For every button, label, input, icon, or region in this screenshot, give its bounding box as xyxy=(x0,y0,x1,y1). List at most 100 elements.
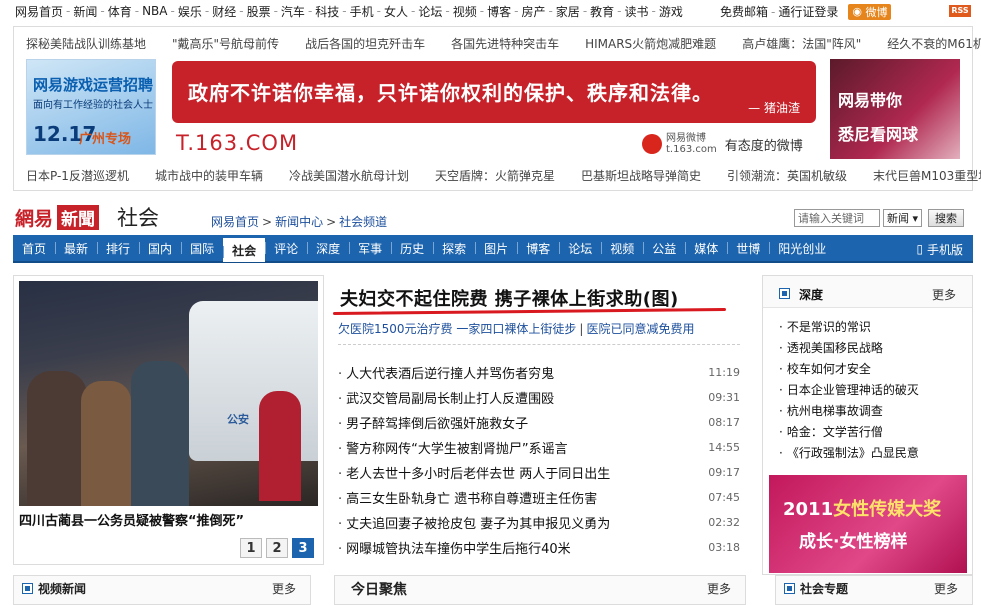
news-title-link[interactable]: 警方称网传“大学生被割肾抛尸”系谣言 xyxy=(338,438,567,457)
top-nav-item[interactable]: 博客 xyxy=(487,3,511,20)
top-nav-item[interactable]: 论坛 xyxy=(418,3,442,20)
ad-domain[interactable]: T.163.COM xyxy=(176,131,298,155)
photo-caption[interactable]: 四川古蔺县一公务员疑被警察“推倒死” xyxy=(19,510,244,529)
breadcrumb-news-center[interactable]: 新闻中心 xyxy=(275,215,323,229)
ad-link[interactable]: 冷战美国潜水航母计划 xyxy=(289,167,409,184)
main-nav-item[interactable]: 排行 xyxy=(97,234,139,262)
depth-list-item[interactable]: 哈金：文学苦行僧 xyxy=(779,421,919,442)
free-mail-link[interactable]: 免费邮箱 xyxy=(720,3,768,20)
depth-list-item[interactable]: 《行政强制法》凸显民意 xyxy=(779,442,919,463)
news-title-link[interactable]: 网曝城管执法车撞伤中学生后拖行40米 xyxy=(338,538,571,557)
page-button[interactable]: 1 xyxy=(240,538,262,558)
depth-list-item[interactable]: 杭州电梯事故调查 xyxy=(779,400,919,421)
main-nav-item[interactable]: 公益 xyxy=(643,234,685,262)
social-topic-title: 社会专题 xyxy=(800,582,849,596)
ad-link[interactable]: 巴基斯坦战略导弹简史 xyxy=(581,167,701,184)
news-title-link[interactable]: 武汉交管局副局长制止打人反遭围殴 xyxy=(338,388,554,407)
ad-link[interactable]: 引领潮流：英国机敏级 xyxy=(727,167,847,184)
main-nav-item[interactable]: 历史 xyxy=(391,234,433,262)
ad-weibo-logo[interactable]: 网易微博 t.163.com 有态度的微博 xyxy=(642,133,803,155)
search-button[interactable]: 搜索 xyxy=(928,209,965,227)
sublink[interactable]: 一家四口裸体上街徒步 xyxy=(456,322,576,336)
main-nav-item[interactable]: 视频 xyxy=(601,234,643,262)
depth-list-item[interactable]: 不是常识的常识 xyxy=(779,316,919,337)
ad-link[interactable]: 经久不衰的M61机炮 xyxy=(887,35,981,52)
main-nav-item[interactable]: 国际 xyxy=(181,234,223,262)
ad-game-recruit[interactable]: 网易游戏运营招聘 面向有工作经验的社会人士 12.17 广州专场 xyxy=(26,59,156,155)
main-nav-item[interactable]: 博客 xyxy=(517,234,559,262)
top-nav-item[interactable]: 读书 xyxy=(625,3,649,20)
news-title-link[interactable]: 男子醉驾摔倒后欲强奸施救女子 xyxy=(338,413,528,432)
main-nav-item[interactable]: 国内 xyxy=(139,234,181,262)
main-nav-item[interactable]: 首页 xyxy=(13,234,55,262)
main-nav-item[interactable]: 图片 xyxy=(475,234,517,262)
ad-link[interactable]: 日本P-1反潜巡逻机 xyxy=(26,167,129,184)
depth-list-item[interactable]: 透视美国移民战略 xyxy=(779,337,919,358)
topic-more-link[interactable]: 更多 xyxy=(934,580,958,597)
top-nav-item[interactable]: 游戏 xyxy=(659,3,683,20)
news-photo[interactable]: 公安 xyxy=(19,281,318,506)
ad-link[interactable]: 城市战中的装甲车辆 xyxy=(155,167,263,184)
top-nav-item[interactable]: 女人 xyxy=(384,3,408,20)
ad-link[interactable]: 战后各国的坦克歼击车 xyxy=(305,35,425,52)
main-nav-item[interactable]: 社会 xyxy=(223,238,266,262)
separator: - xyxy=(273,4,278,18)
news-title-link[interactable]: 丈夫追回妻子被抢皮包 妻子为其申报见义勇为 xyxy=(338,513,610,532)
top-nav-item[interactable]: 汽车 xyxy=(281,3,305,20)
main-nav-item[interactable]: 论坛 xyxy=(559,234,601,262)
login-link[interactable]: 通行证登录 xyxy=(778,3,838,20)
main-nav-item[interactable]: 深度 xyxy=(307,234,349,262)
top-nav-item[interactable]: 财经 xyxy=(212,3,236,20)
main-nav-item[interactable]: 探索 xyxy=(433,234,475,262)
top-nav-item[interactable]: 教育 xyxy=(590,3,614,20)
top-nav-item[interactable]: 科技 xyxy=(315,3,339,20)
breadcrumb-society[interactable]: 社会频道 xyxy=(339,215,387,229)
rss-icon[interactable]: RSS xyxy=(949,5,971,17)
focus-more-link[interactable]: 更多 xyxy=(707,580,731,597)
search-input[interactable] xyxy=(794,209,880,227)
main-nav-item[interactable]: 评论 xyxy=(265,234,307,262)
weibo-badge[interactable]: ◉ 微博 xyxy=(848,3,892,20)
ad-link[interactable]: 天空盾牌：火箭弹克星 xyxy=(435,167,555,184)
news-title-link[interactable]: 老人去世十多小时后老伴去世 两人于同日出生 xyxy=(338,463,610,482)
main-nav-item[interactable]: 军事 xyxy=(349,234,391,262)
top-nav-item[interactable]: 体育 xyxy=(108,3,132,20)
news-title-link[interactable]: 高三女生卧轨身亡 遗书称自尊遭班主任伤害 xyxy=(338,488,597,507)
netease-news-logo[interactable]: 網易 新聞 社会 xyxy=(15,202,159,232)
ad-quote-banner[interactable]: 政府不许诺你幸福，只许诺你权利的保护、秩序和法律。 — 猪油渣 xyxy=(172,61,816,123)
sublink[interactable]: 医院已同意减免费用 xyxy=(586,322,694,336)
sublink[interactable]: 欠医院1500元治疗费 xyxy=(338,322,453,336)
top-nav-item[interactable]: 娱乐 xyxy=(178,3,202,20)
search-category-select[interactable]: 新闻 ▾ xyxy=(883,209,923,227)
top-nav-item[interactable]: 网易首页 xyxy=(15,3,63,20)
ad-link[interactable]: "戴高乐"号航母前传 xyxy=(172,35,279,52)
page-button[interactable]: 2 xyxy=(266,538,288,558)
ad-link[interactable]: HIMARS火箭炮减肥难题 xyxy=(585,35,716,52)
women-media-award-ad[interactable]: 2011女性传媒大奖 成长·女性榜样 xyxy=(769,475,967,573)
ad-tennis[interactable]: 网易带你 悉尼看网球 xyxy=(830,59,960,159)
main-nav-item[interactable]: 世博 xyxy=(727,234,769,262)
top-nav-item[interactable]: 手机 xyxy=(350,3,374,20)
ad-link[interactable]: 探秘美陆战队训练基地 xyxy=(26,35,146,52)
main-nav-item[interactable]: 最新 xyxy=(55,234,97,262)
top-nav-item[interactable]: 视频 xyxy=(453,3,477,20)
video-more-link[interactable]: 更多 xyxy=(272,580,296,597)
mobile-version-link[interactable]: ▯ 手机版 xyxy=(917,235,963,263)
depth-more-link[interactable]: 更多 xyxy=(932,286,956,303)
depth-list-item[interactable]: 日本企业管理神话的破灭 xyxy=(779,379,919,400)
headline-title[interactable]: 夫妇交不起住院费 携子裸体上街求助(图) xyxy=(340,285,679,311)
page-button[interactable]: 3 xyxy=(292,538,314,558)
ad-link[interactable]: 高卢雄鹰：法国"阵风" xyxy=(742,35,861,52)
top-nav-item[interactable]: NBA xyxy=(142,4,167,18)
top-nav-item[interactable]: 房产 xyxy=(521,3,545,20)
main-nav-item[interactable]: 媒体 xyxy=(685,234,727,262)
main-nav-item[interactable]: 阳光创业 xyxy=(769,234,835,262)
ad-link[interactable]: 末代巨兽M103重型坦克 xyxy=(873,167,981,184)
ad-link[interactable]: 各国先进特种突击车 xyxy=(451,35,559,52)
news-title-link[interactable]: 人大代表酒后逆行撞人并骂伤者穷鬼 xyxy=(338,363,554,382)
top-nav-item[interactable]: 新闻 xyxy=(73,3,97,20)
top-nav-item[interactable]: 家居 xyxy=(556,3,580,20)
top-nav-item[interactable]: 股票 xyxy=(247,3,271,20)
breadcrumb-home[interactable]: 网易首页 xyxy=(211,215,259,229)
depth-list-item[interactable]: 校车如何才安全 xyxy=(779,358,919,379)
